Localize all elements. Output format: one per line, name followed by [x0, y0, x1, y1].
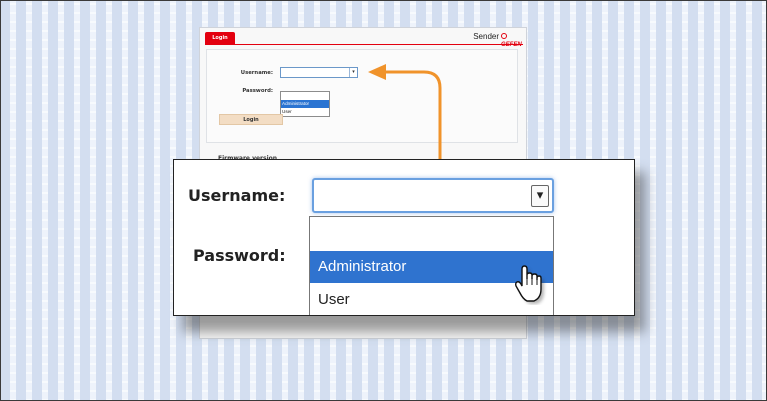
- callout-username-select[interactable]: ▾: [312, 178, 554, 213]
- login-button[interactable]: Login: [219, 114, 283, 125]
- tab-login[interactable]: Login: [205, 32, 235, 44]
- brand-logo: GEFEN: [501, 33, 523, 48]
- password-label: Password:: [242, 88, 273, 94]
- username-select[interactable]: ▾: [280, 67, 358, 78]
- callout-option-blank[interactable]: [310, 219, 553, 249]
- login-panel: [206, 49, 518, 143]
- username-label: Username:: [240, 70, 273, 76]
- chevron-down-icon[interactable]: ▾: [531, 185, 549, 207]
- chevron-down-icon[interactable]: ▾: [349, 68, 357, 77]
- callout-username-label: Username:: [188, 186, 286, 205]
- dropdown-option-blank[interactable]: [281, 92, 329, 100]
- header-divider: [205, 44, 523, 45]
- zoom-callout: Username: Password: ▾ Administrator User: [173, 159, 635, 316]
- mouse-pointer-icon: [514, 265, 544, 304]
- device-label: Sender: [473, 32, 499, 41]
- dropdown-option-user[interactable]: User: [281, 108, 329, 116]
- callout-password-label: Password:: [193, 246, 286, 265]
- dropdown-option-administrator[interactable]: Administrator: [281, 100, 329, 108]
- username-dropdown-list: Administrator User: [280, 91, 330, 117]
